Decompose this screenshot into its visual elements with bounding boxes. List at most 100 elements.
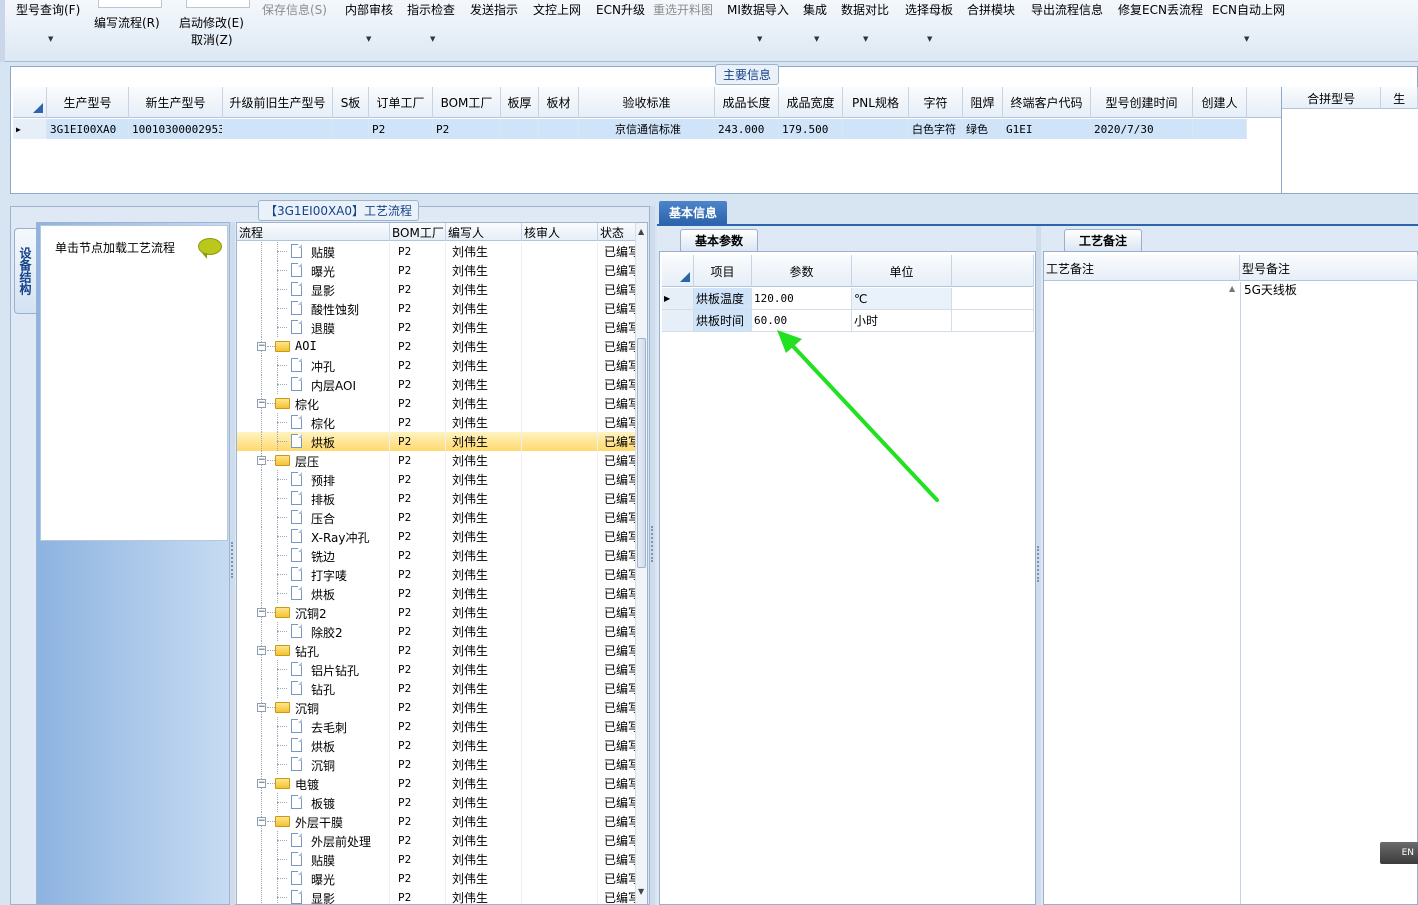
tree-cell-status[interactable]: 已编写	[598, 584, 637, 603]
toolbar-button[interactable]: 型号查询(F)	[16, 1, 80, 18]
tree-node[interactable]: 曝光	[237, 261, 390, 280]
params-column-header[interactable]: 参数	[752, 255, 852, 287]
tree-row[interactable]: 冲孔 P2 刘伟生 已编写	[237, 356, 637, 375]
tree-node[interactable]: 打字唛	[237, 565, 390, 584]
dropdown-arrow-icon[interactable]: ▼	[927, 35, 932, 43]
tree-row[interactable]: 去毛刺 P2 刘伟生 已编写	[237, 717, 637, 736]
toolbar-button[interactable]: MI数据导入	[727, 1, 789, 18]
tree-cell-status[interactable]: 已编写	[598, 489, 637, 508]
grid-cell[interactable]: 243.000	[715, 119, 779, 139]
tree-cell-writer[interactable]: 刘伟生	[446, 888, 522, 904]
tree-row[interactable]: 退膜 P2 刘伟生 已编写	[237, 318, 637, 337]
grid-cell[interactable]: 2020/7/30	[1091, 119, 1193, 139]
tree-row[interactable]: 贴膜 P2 刘伟生 已编写	[237, 850, 637, 869]
tree-node[interactable]: 外层前处理	[237, 831, 390, 850]
tree-cell-status[interactable]: 已编写	[598, 432, 637, 451]
grid-cell[interactable]: 10010300002953	[129, 119, 223, 139]
tree-cell-reviewer[interactable]	[522, 242, 598, 261]
tree-cell-status[interactable]: 已编写	[598, 622, 637, 641]
dropdown-arrow-icon[interactable]: ▼	[1244, 35, 1249, 43]
tree-scroll-thumb[interactable]	[637, 338, 646, 568]
tree-cell-reviewer[interactable]	[522, 337, 598, 356]
tree-node[interactable]: 内层AOI	[237, 375, 390, 394]
tree-cell-reviewer[interactable]	[522, 546, 598, 565]
tree-cell-writer[interactable]: 刘伟生	[446, 413, 522, 432]
tree-cell-reviewer[interactable]	[522, 413, 598, 432]
tab-equipment-structure[interactable]: 设备结构	[14, 228, 36, 314]
params-cell-unit[interactable]: ℃	[852, 288, 952, 310]
tree-cell-writer[interactable]: 刘伟生	[446, 280, 522, 299]
tree-row[interactable]: − 层压 P2 刘伟生 已编写	[237, 451, 637, 470]
tree-cell-reviewer[interactable]	[522, 660, 598, 679]
grid-cell[interactable]: P2	[433, 119, 501, 139]
tree-row[interactable]: 外层前处理 P2 刘伟生 已编写	[237, 831, 637, 850]
column-header[interactable]: 成品长度	[715, 87, 779, 118]
column-header[interactable]: 创建人	[1193, 87, 1247, 118]
dropdown-arrow-icon[interactable]: ▼	[814, 35, 819, 43]
toolbar-button[interactable]: 文控上网	[533, 1, 581, 18]
tree-cell-status[interactable]: 已编写	[598, 337, 637, 356]
tree-row[interactable]: − AOI P2 刘伟生 已编写	[237, 337, 637, 356]
left-splitter[interactable]	[230, 222, 235, 905]
tree-node[interactable]: 铣边	[237, 546, 390, 565]
column-header[interactable]: 板厚	[501, 87, 539, 118]
tree-cell-bom[interactable]: P2	[390, 280, 446, 299]
tree-cell-writer[interactable]: 刘伟生	[446, 261, 522, 280]
tree-cell-bom[interactable]: P2	[390, 299, 446, 318]
tree-row[interactable]: 打字唛 P2 刘伟生 已编写	[237, 565, 637, 584]
tree-cell-status[interactable]: 已编写	[598, 679, 637, 698]
tree-cell-status[interactable]: 已编写	[598, 242, 637, 261]
tree-cell-status[interactable]: 已编写	[598, 793, 637, 812]
tree-column-header[interactable]: 核审人	[522, 223, 598, 241]
tree-cell-writer[interactable]: 刘伟生	[446, 641, 522, 660]
tree-cell-bom[interactable]: P2	[390, 432, 446, 451]
tree-cell-reviewer[interactable]	[522, 698, 598, 717]
tree-cell-writer[interactable]: 刘伟生	[446, 869, 522, 888]
tree-cell-status[interactable]: 已编写	[598, 565, 637, 584]
tree-row[interactable]: 板镀 P2 刘伟生 已编写	[237, 793, 637, 812]
tree-node[interactable]: 贴膜	[237, 242, 390, 261]
tree-scrollbar[interactable]: ▲ ▼	[635, 223, 647, 904]
tree-cell-reviewer[interactable]	[522, 508, 598, 527]
tree-cell-status[interactable]: 已编写	[598, 375, 637, 394]
grid-cell[interactable]	[223, 119, 333, 139]
tree-cell-writer[interactable]: 刘伟生	[446, 660, 522, 679]
tree-cell-reviewer[interactable]	[522, 356, 598, 375]
column-header[interactable]: 阻焊	[963, 87, 1003, 118]
tree-cell-status[interactable]: 已编写	[598, 261, 637, 280]
tree-cell-bom[interactable]: P2	[390, 641, 446, 660]
tree-node[interactable]: 退膜	[237, 318, 390, 337]
tree-column-header[interactable]: BOM工厂	[390, 223, 446, 241]
collapse-toggle-icon[interactable]: −	[257, 703, 266, 712]
tree-cell-bom[interactable]: P2	[390, 261, 446, 280]
column-header[interactable]: S板	[333, 87, 369, 118]
tree-column-header[interactable]: 编写人	[446, 223, 522, 241]
dropdown-arrow-icon[interactable]: ▼	[430, 35, 435, 43]
tree-cell-bom[interactable]: P2	[390, 679, 446, 698]
tree-cell-status[interactable]: 已编写	[598, 413, 637, 432]
tree-cell-status[interactable]: 已编写	[598, 812, 637, 831]
tree-cell-bom[interactable]: P2	[390, 356, 446, 375]
tree-cell-bom[interactable]: P2	[390, 755, 446, 774]
tree-node[interactable]: 贴膜	[237, 850, 390, 869]
notes-column-header[interactable]: 工艺备注	[1044, 255, 1240, 281]
tree-cell-bom[interactable]: P2	[390, 375, 446, 394]
tree-cell-reviewer[interactable]	[522, 793, 598, 812]
tree-cell-status[interactable]: 已编写	[598, 736, 637, 755]
tree-cell-reviewer[interactable]	[522, 603, 598, 622]
grid-cell[interactable]: 3G1EI00XA0	[47, 119, 129, 139]
tree-cell-bom[interactable]: P2	[390, 318, 446, 337]
column-header[interactable]: 字符	[909, 87, 963, 118]
scroll-up-icon[interactable]: ▲	[638, 227, 644, 236]
tree-cell-status[interactable]: 已编写	[598, 299, 637, 318]
collapse-toggle-icon[interactable]: −	[257, 342, 266, 351]
tree-node[interactable]: − 沉铜2	[237, 603, 390, 622]
tree-cell-bom[interactable]: P2	[390, 622, 446, 641]
tree-cell-reviewer[interactable]	[522, 679, 598, 698]
tree-cell-status[interactable]: 已编写	[598, 508, 637, 527]
grid-cell[interactable]	[333, 119, 369, 139]
tree-cell-bom[interactable]: P2	[390, 869, 446, 888]
tree-node[interactable]: 去毛刺	[237, 717, 390, 736]
tree-row[interactable]: − 外层干膜 P2 刘伟生 已编写	[237, 812, 637, 831]
tree-row[interactable]: 贴膜 P2 刘伟生 已编写	[237, 242, 637, 261]
